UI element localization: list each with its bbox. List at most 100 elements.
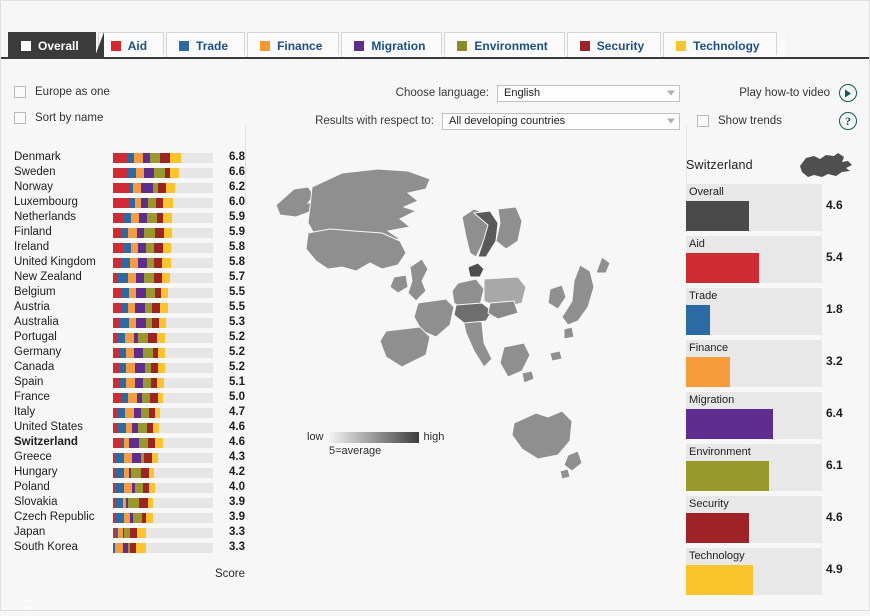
ranking-bar-track[interactable]: [113, 333, 213, 343]
tab-environment[interactable]: Environment: [444, 32, 574, 59]
table-row[interactable]: Japan 3.3: [0, 525, 250, 540]
ranking-bar-track[interactable]: [113, 318, 213, 328]
table-row[interactable]: Netherlands 5.9: [0, 210, 250, 225]
table-row[interactable]: Germany 5.2: [0, 345, 250, 360]
table-row[interactable]: Luxembourg 6.0: [0, 195, 250, 210]
chevron-down-icon[interactable]: [667, 90, 675, 96]
detail-bar-aid[interactable]: Aid 5.4: [686, 236, 870, 283]
table-row[interactable]: Greece 4.3: [0, 450, 250, 465]
ranking-bar-track[interactable]: [113, 438, 213, 448]
table-row[interactable]: Norway 6.2: [0, 180, 250, 195]
ranking-bar-track[interactable]: [113, 198, 213, 208]
checkbox-icon[interactable]: [14, 86, 26, 98]
ranking-country-name[interactable]: Czech Republic: [14, 510, 110, 525]
table-row[interactable]: Denmark 6.8: [0, 150, 250, 165]
table-row[interactable]: Poland 4.0: [0, 480, 250, 495]
ranking-bar-track[interactable]: [113, 393, 213, 403]
ranking-country-name[interactable]: Ireland: [14, 240, 110, 255]
language-select[interactable]: English: [497, 84, 680, 102]
table-row[interactable]: Austria 5.5: [0, 300, 250, 315]
ranking-bar-track[interactable]: [113, 153, 213, 163]
detail-bar-overall[interactable]: Overall 4.6: [686, 184, 870, 231]
table-row[interactable]: Finland 5.9: [0, 225, 250, 240]
detail-bar-environment[interactable]: Environment 6.1: [686, 444, 870, 491]
ranking-bar-track[interactable]: [113, 378, 213, 388]
table-row[interactable]: Slovakia 3.9: [0, 495, 250, 510]
chevron-down-icon[interactable]: [667, 118, 675, 124]
tab-technology[interactable]: Technology: [663, 32, 786, 59]
table-row[interactable]: Hungary 4.2: [0, 465, 250, 480]
ranking-country-name[interactable]: Slovakia: [14, 495, 110, 510]
ranking-bar-track[interactable]: [113, 498, 213, 508]
table-row[interactable]: Italy 4.7: [0, 405, 250, 420]
ranking-bar-track[interactable]: [113, 168, 213, 178]
detail-bar-trade[interactable]: Trade 1.8: [686, 288, 870, 335]
ranking-bar-track[interactable]: [113, 423, 213, 433]
checkbox-show-trends[interactable]: Show trends ?: [697, 107, 857, 135]
ranking-country-name[interactable]: United Kingdom: [14, 255, 110, 270]
tab-migration[interactable]: Migration: [341, 32, 451, 59]
ranking-bar-track[interactable]: [113, 258, 213, 268]
ranking-country-name[interactable]: Netherlands: [14, 210, 110, 225]
table-row[interactable]: Australia 5.3: [0, 315, 250, 330]
ranking-bar-track[interactable]: [113, 513, 213, 523]
table-row[interactable]: Belgium 5.5: [0, 285, 250, 300]
ranking-country-name[interactable]: Belgium: [14, 285, 110, 300]
ranking-bar-track[interactable]: [113, 363, 213, 373]
ranking-country-name[interactable]: Canada: [14, 360, 110, 375]
magnifier-icon[interactable]: [22, 598, 34, 616]
tab-overall[interactable]: Overall: [8, 32, 104, 59]
ranking-country-name[interactable]: Sweden: [14, 165, 110, 180]
ranking-bar-track[interactable]: [113, 468, 213, 478]
table-row[interactable]: New Zealand 5.7: [0, 270, 250, 285]
ranking-bar-track[interactable]: [113, 528, 213, 538]
ranking-bar-track[interactable]: [113, 243, 213, 253]
ranking-bar-track[interactable]: [113, 348, 213, 358]
ranking-country-name[interactable]: Finland: [14, 225, 110, 240]
ranking-bar-track[interactable]: [113, 273, 213, 283]
table-row[interactable]: United States 4.6: [0, 420, 250, 435]
table-row[interactable]: Czech Republic 3.9: [0, 510, 250, 525]
tab-aid[interactable]: Aid: [97, 32, 173, 59]
play-icon[interactable]: [839, 84, 857, 102]
table-row[interactable]: Switzerland 4.6: [0, 435, 250, 450]
table-row[interactable]: Portugal 5.2: [0, 330, 250, 345]
ranking-country-name[interactable]: Spain: [14, 375, 110, 390]
table-row[interactable]: Ireland 5.8: [0, 240, 250, 255]
world-map[interactable]: low high 5=average: [250, 145, 686, 590]
ranking-country-name[interactable]: Italy: [14, 405, 110, 420]
ranking-country-name[interactable]: Portugal: [14, 330, 110, 345]
detail-bar-migration[interactable]: Migration 6.4: [686, 392, 870, 439]
detail-bar-technology[interactable]: Technology 4.9: [686, 548, 870, 595]
checkbox-icon[interactable]: [14, 112, 26, 124]
ranking-country-name[interactable]: Greece: [14, 450, 110, 465]
ranking-bar-track[interactable]: [113, 183, 213, 193]
ranking-country-name[interactable]: South Korea: [14, 540, 110, 555]
ranking-country-name[interactable]: Norway: [14, 180, 110, 195]
ranking-bar-track[interactable]: [113, 408, 213, 418]
ranking-country-name[interactable]: Hungary: [14, 465, 110, 480]
ranking-bar-track[interactable]: [113, 228, 213, 238]
ranking-country-name[interactable]: Denmark: [14, 150, 110, 165]
checkbox-icon[interactable]: [697, 115, 709, 127]
table-row[interactable]: France 5.0: [0, 390, 250, 405]
detail-bar-security[interactable]: Security 4.6: [686, 496, 870, 543]
ranking-country-name[interactable]: Poland: [14, 480, 110, 495]
ranking-bar-track[interactable]: [113, 288, 213, 298]
play-how-to-video[interactable]: Play how-to video: [697, 79, 857, 107]
ranking-country-name[interactable]: New Zealand: [14, 270, 110, 285]
tab-security[interactable]: Security: [566, 32, 670, 59]
table-row[interactable]: Sweden 6.6: [0, 165, 250, 180]
ranking-country-name[interactable]: Switzerland: [14, 435, 110, 450]
ranking-bar-track[interactable]: [113, 303, 213, 313]
tab-trade[interactable]: Trade: [166, 32, 254, 59]
checkbox-europe-as-one[interactable]: Europe as one: [14, 79, 236, 105]
ranking-bar-track[interactable]: [113, 213, 213, 223]
help-icon[interactable]: ?: [839, 112, 857, 130]
checkbox-sort-by-name[interactable]: Sort by name: [14, 105, 236, 131]
ranking-country-name[interactable]: Australia: [14, 315, 110, 330]
ranking-bar-track[interactable]: [113, 543, 213, 553]
respect-to-select[interactable]: All developing countries: [442, 112, 680, 130]
table-row[interactable]: Spain 5.1: [0, 375, 250, 390]
tab-finance[interactable]: Finance: [247, 32, 348, 59]
